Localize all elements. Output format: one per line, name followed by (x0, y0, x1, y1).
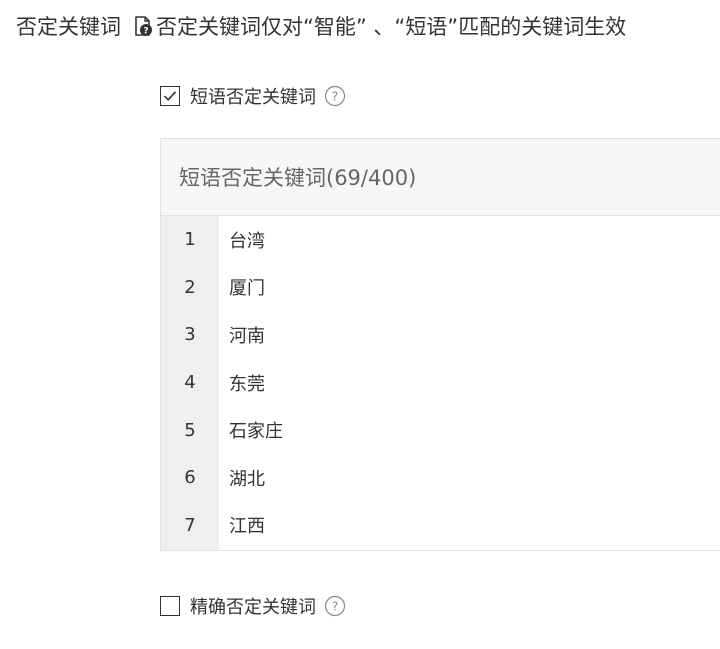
exact-negative-label: 精确否定关键词 (190, 597, 316, 618)
phrase-negative-label: 短语否定关键词 (190, 87, 316, 108)
svg-text:?: ? (332, 90, 338, 104)
svg-text:?: ? (332, 600, 338, 614)
page-title: 否定关键词 (16, 15, 121, 39)
negative-keywords-header: 否定关键词 ? 否定关键词仅对“智能” 、“短语”匹配的关键词生效 (16, 8, 626, 44)
header-note: 否定关键词仅对“智能” 、“短语”匹配的关键词生效 (156, 15, 627, 39)
line-number: 4 (184, 372, 196, 394)
question-circle-icon[interactable]: ? (324, 85, 346, 107)
checkmark-icon (163, 91, 177, 101)
line-number: 1 (184, 229, 196, 251)
keyword-text: 台湾 (229, 230, 265, 252)
question-circle-icon[interactable]: ? (324, 595, 346, 617)
keyword-text: 江西 (229, 516, 265, 538)
phrase-keywords-list[interactable]: 1 台湾 2 厦门 3 河南 4 东莞 5 石家庄 6 湖北 7 江西 (161, 216, 720, 550)
keyword-row: 2 厦门 (161, 264, 720, 312)
line-number: 7 (184, 514, 196, 536)
keyword-row: 1 台湾 (161, 216, 720, 264)
exact-negative-checkbox[interactable] (160, 596, 180, 616)
keyword-text: 河南 (229, 325, 265, 347)
keyword-row: 6 湖北 (161, 454, 720, 502)
svg-text:?: ? (143, 27, 148, 37)
exact-negative-option[interactable]: 精确否定关键词 ? (160, 593, 346, 619)
keyword-row: 7 江西 (161, 502, 720, 550)
line-number: 3 (184, 324, 196, 346)
line-number: 6 (184, 467, 196, 489)
keyword-text: 石家庄 (229, 421, 283, 443)
keyword-text: 东莞 (229, 373, 265, 395)
phrase-negative-option[interactable]: 短语否定关键词 ? (160, 83, 346, 109)
keyword-text: 厦门 (229, 278, 265, 300)
document-question-icon: ? (131, 14, 155, 38)
keyword-text: 湖北 (229, 468, 265, 490)
keyword-row: 3 河南 (161, 311, 720, 359)
keyword-row: 5 石家庄 (161, 406, 720, 454)
phrase-keywords-panel: 短语否定关键词(69/400) 1 台湾 2 厦门 3 河南 4 东莞 5 石家… (160, 138, 720, 551)
phrase-keywords-title: 短语否定关键词(69/400) (179, 166, 417, 190)
line-number: 2 (184, 276, 196, 298)
phrase-keywords-header: 短语否定关键词(69/400) (161, 139, 720, 216)
phrase-negative-checkbox[interactable] (160, 86, 180, 106)
line-number: 5 (184, 419, 196, 441)
keyword-row: 4 东莞 (161, 359, 720, 407)
